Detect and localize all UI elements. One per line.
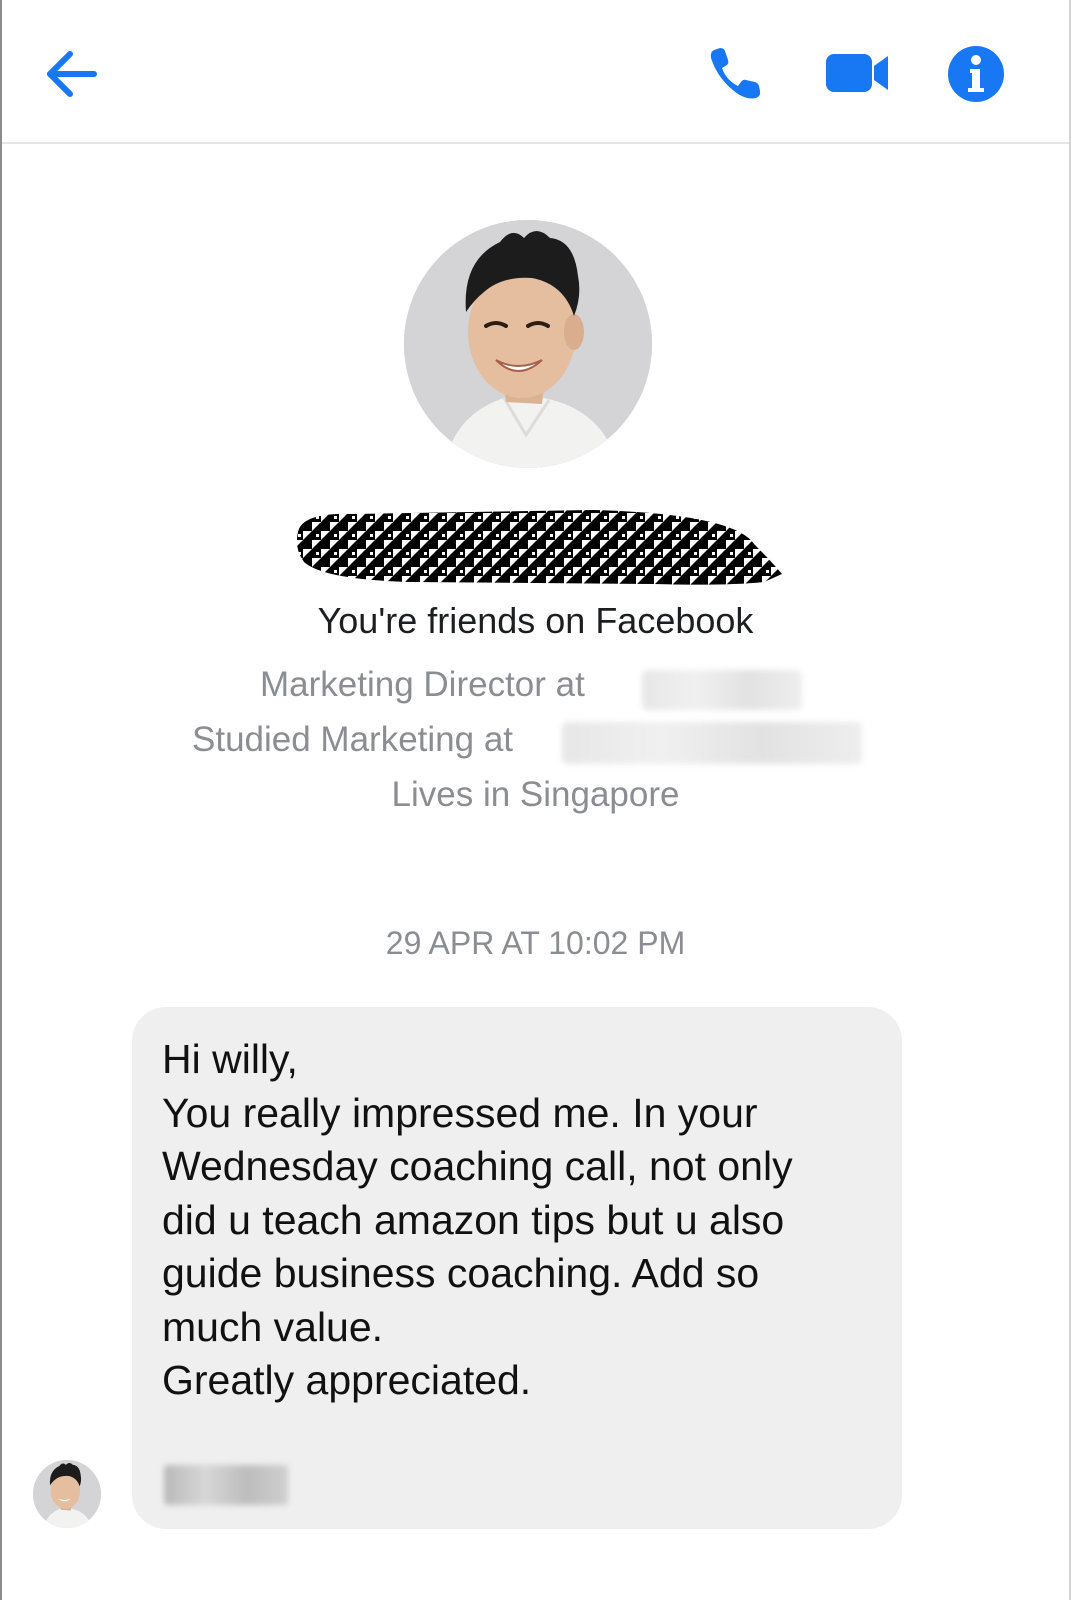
blurred-school [562, 722, 862, 764]
phone-icon [710, 48, 761, 99]
voice-call-button[interactable] [704, 40, 768, 104]
conversation-header [2, 0, 1069, 144]
conversation-info-button[interactable] [946, 44, 1006, 104]
profile-photo[interactable] [404, 220, 652, 468]
message-text: Hi willy, You really impressed me. In yo… [162, 1036, 793, 1403]
education-info: Studied Marketing at [192, 720, 514, 759]
messenger-screen: You're friends on Facebook Marketing Dir… [0, 0, 1071, 1600]
sender-avatar-image [33, 1460, 101, 1528]
info-icon [948, 46, 1004, 102]
friends-status: You're friends on Facebook [317, 600, 754, 641]
sender-avatar[interactable] [33, 1460, 101, 1528]
work-info: Marketing Director at [260, 665, 585, 704]
video-call-button[interactable] [822, 40, 894, 104]
arrow-left-icon [47, 51, 97, 97]
message-timestamp: 29 APR AT 10:02 PM [385, 925, 686, 961]
redacted-name-scribble [296, 510, 782, 585]
received-message-bubble[interactable]: Hi willy, You really impressed me. In yo… [132, 1007, 902, 1529]
location-info: Lives in Singapore [391, 775, 680, 814]
blurred-signature [164, 1465, 288, 1505]
profile-photo-image [404, 220, 652, 468]
back-button[interactable] [42, 44, 102, 104]
video-camera-icon [826, 54, 888, 92]
blurred-employer [642, 670, 802, 710]
